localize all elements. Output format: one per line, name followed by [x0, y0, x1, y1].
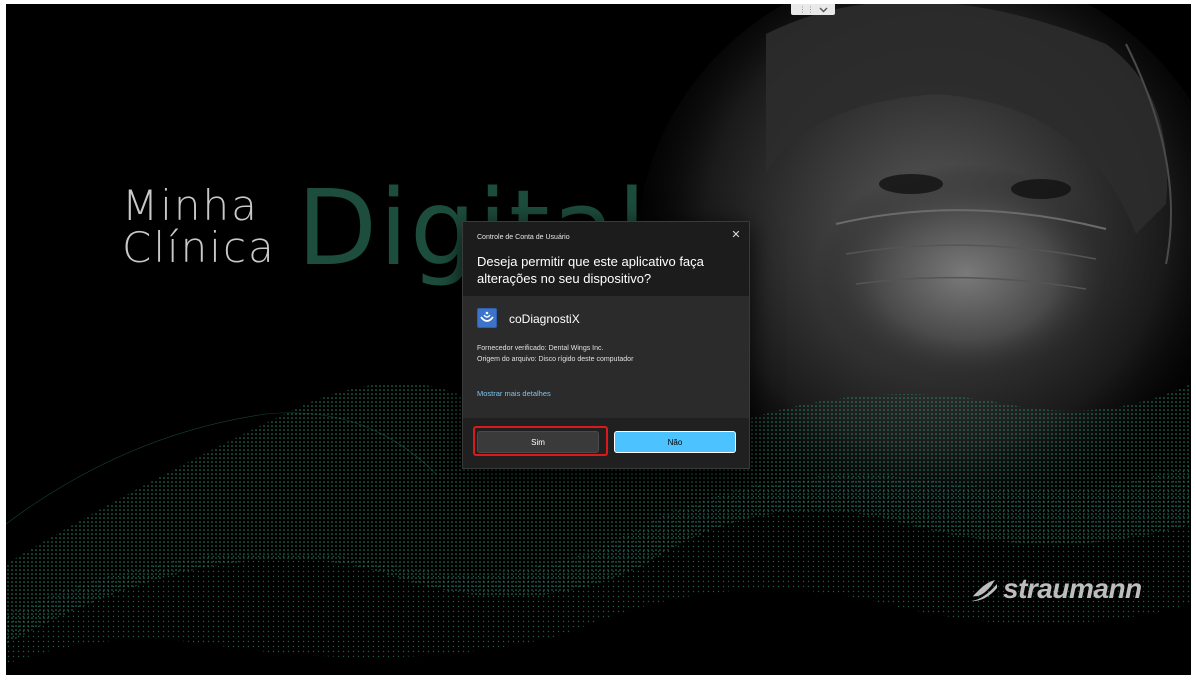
chevron-down-icon[interactable] — [819, 7, 828, 13]
no-button[interactable]: Não — [614, 431, 736, 453]
straumann-logo-icon — [971, 580, 997, 602]
remote-session-toolbar[interactable]: ⋮⋮ — [791, 4, 835, 15]
codiagnostix-app-icon — [477, 308, 497, 328]
desktop-screen: ⋮⋮ Minha Clínica Digital straumann Contr… — [6, 4, 1191, 675]
grip-icon[interactable]: ⋮⋮ — [799, 5, 815, 14]
verified-publisher: Fornecedor verificado: Dental Wings Inc. — [477, 345, 604, 352]
straumann-logo: straumann — [969, 573, 1142, 605]
uac-question: Deseja permitir que este aplicativo faça… — [477, 254, 704, 286]
uac-footer: Sim Não — [463, 418, 749, 468]
show-more-details-link[interactable]: Mostrar mais detalhes — [477, 389, 551, 398]
uac-header: Controle de Conta de Usuário ✕ Deseja pe… — [463, 222, 749, 296]
close-icon[interactable]: ✕ — [729, 227, 743, 241]
title-clinica: Clínica — [122, 223, 276, 272]
uac-dialog: Controle de Conta de Usuário ✕ Deseja pe… — [462, 221, 750, 469]
brand-name: straumann — [1003, 573, 1142, 604]
file-origin: Origem do arquivo: Disco rígido deste co… — [477, 356, 634, 363]
yes-button[interactable]: Sim — [477, 431, 599, 453]
app-name: coDiagnostiX — [509, 312, 580, 326]
dialog-caption: Controle de Conta de Usuário — [477, 234, 570, 241]
uac-body: coDiagnostiX Fornecedor verificado: Dent… — [463, 296, 749, 418]
